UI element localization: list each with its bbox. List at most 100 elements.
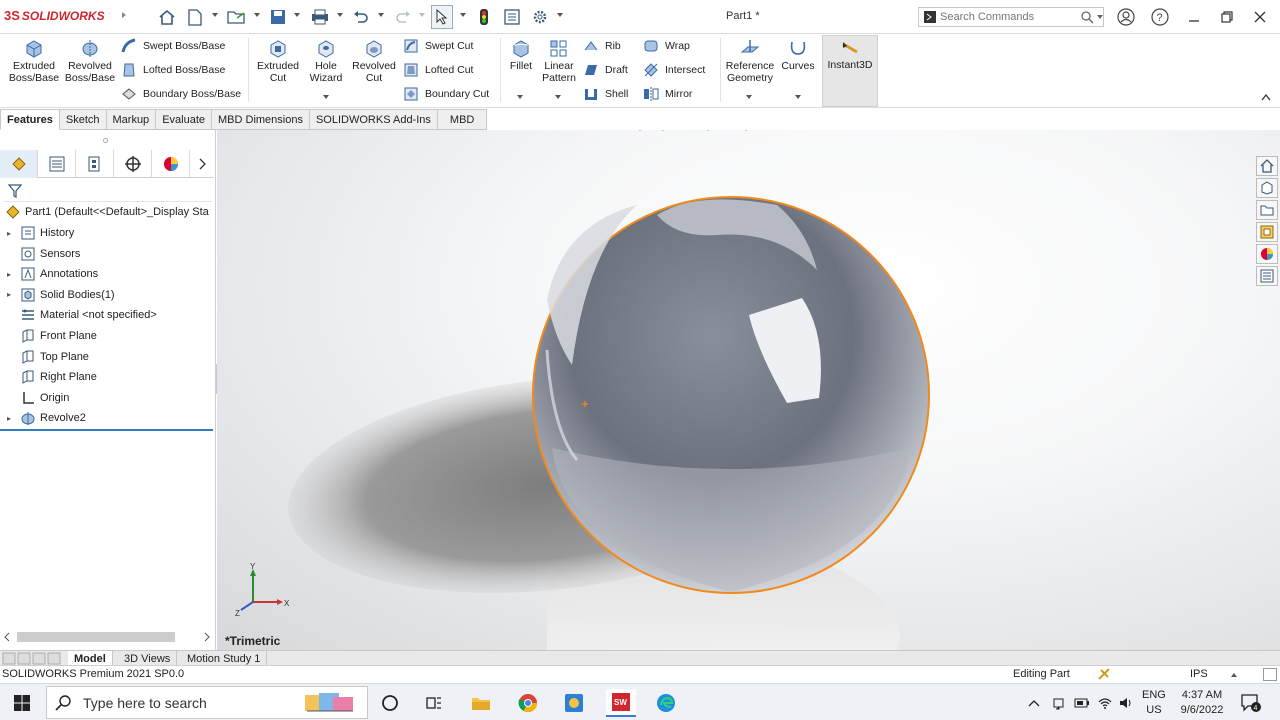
tab-markup[interactable]: Markup — [106, 109, 157, 130]
volume-icon[interactable] — [1118, 684, 1134, 720]
redo-icon[interactable] — [392, 6, 414, 28]
panel-grip-icon[interactable] — [103, 138, 108, 143]
wifi-icon[interactable] — [1097, 684, 1113, 720]
cortana-icon[interactable] — [376, 689, 404, 717]
swept-cut-button[interactable]: Swept Cut — [402, 36, 473, 56]
curves-dropdown-icon[interactable] — [795, 95, 801, 99]
tab-3d-views[interactable]: 3D Views — [118, 651, 178, 666]
instant3d-button[interactable]: Instant3D — [822, 35, 878, 107]
horizontal-scrollbar[interactable] — [0, 630, 214, 644]
new-document-icon[interactable] — [186, 6, 204, 28]
edge-taskbar-icon[interactable] — [652, 689, 680, 717]
tree-item[interactable]: ▸ History — [0, 223, 74, 243]
solidworks-resources-icon[interactable] — [1256, 156, 1278, 176]
new-dropdown-icon[interactable] — [212, 13, 218, 17]
tab-mbd[interactable]: MBD — [437, 109, 488, 130]
appearances-scenes-icon[interactable] — [1256, 244, 1278, 264]
tree-item[interactable]: Front Plane — [0, 326, 97, 346]
battery-icon[interactable] — [1074, 684, 1090, 720]
rebuild-traffic-light-icon[interactable] — [476, 6, 492, 28]
mirror-button[interactable]: Mirror — [642, 84, 692, 104]
select-pointer-icon[interactable] — [431, 5, 453, 29]
tab-motion-study-1[interactable]: Motion Study 1 — [181, 651, 268, 666]
tree-item[interactable]: ▸ Annotations — [0, 264, 98, 284]
redo-dropdown-icon[interactable] — [419, 13, 425, 17]
options-gear-icon[interactable] — [530, 6, 550, 28]
windows-start-icon[interactable] — [8, 689, 36, 717]
tree-item[interactable]: Top Plane — [0, 347, 89, 367]
tab-features[interactable]: Features — [0, 109, 60, 130]
configuration-manager-tab-icon[interactable] — [76, 150, 114, 178]
solidworks-taskbar-icon[interactable]: SW — [606, 689, 636, 717]
save-dropdown-icon[interactable] — [294, 13, 300, 17]
meet-now-icon[interactable] — [1052, 684, 1066, 720]
undo-dropdown-icon[interactable] — [378, 13, 384, 17]
boundary-boss-button[interactable]: Boundary Boss/Base — [120, 84, 241, 104]
fillet-button[interactable]: Fillet — [504, 38, 538, 72]
menu-expand-icon[interactable] — [122, 12, 126, 18]
save-icon[interactable] — [268, 6, 288, 28]
units-system-text[interactable]: IPS — [1190, 668, 1208, 680]
notification-center-icon[interactable]: 4 — [1240, 684, 1262, 720]
minimize-window-icon[interactable] — [1184, 8, 1204, 26]
expand-arrow-icon[interactable]: ▸ — [7, 229, 16, 238]
expand-arrow-icon[interactable]: ▸ — [7, 270, 16, 279]
fillet-dropdown-icon[interactable] — [517, 95, 523, 99]
curves-button[interactable]: Curves — [780, 38, 816, 72]
search-input[interactable] — [940, 11, 1070, 23]
file-properties-icon[interactable] — [502, 6, 522, 28]
help-icon[interactable]: ? — [1150, 8, 1170, 26]
reference-geometry-button[interactable]: Reference Geometry — [722, 38, 778, 84]
filter-icon[interactable] — [7, 184, 23, 201]
select-dropdown-icon[interactable] — [460, 13, 466, 17]
property-manager-tab-icon[interactable] — [38, 150, 76, 178]
expand-arrow-icon[interactable]: ▸ — [7, 414, 16, 423]
undo-icon[interactable] — [350, 6, 372, 28]
taskbar-search-box[interactable]: Type here to search — [46, 686, 368, 719]
rebuild-status-icon[interactable] — [1097, 667, 1111, 684]
view-palette-icon[interactable] — [1256, 222, 1278, 242]
options-dropdown-icon[interactable] — [557, 13, 563, 17]
design-library-icon[interactable] — [1256, 178, 1278, 198]
custom-properties-icon[interactable] — [1256, 266, 1278, 286]
dimxpert-manager-tab-icon[interactable] — [114, 150, 152, 178]
home-icon[interactable] — [157, 6, 177, 28]
chrome-taskbar-icon[interactable] — [514, 689, 542, 717]
search-commands-box[interactable] — [918, 7, 1104, 27]
open-dropdown-icon[interactable] — [254, 13, 260, 17]
tab-sketch[interactable]: Sketch — [59, 109, 107, 130]
app-taskbar-icon[interactable] — [560, 689, 588, 717]
boundary-cut-button[interactable]: Boundary Cut — [402, 84, 489, 104]
search-dropdown-icon[interactable] — [1097, 15, 1103, 19]
reference-geometry-dropdown-icon[interactable] — [746, 95, 752, 99]
task-view-icon[interactable] — [420, 689, 448, 717]
tree-item[interactable]: Sensors — [0, 244, 80, 264]
collapse-ribbon-icon[interactable] — [1261, 92, 1271, 101]
file-explorer-taskbar-icon[interactable] — [467, 689, 495, 717]
input-language-indicator[interactable]: ENG US — [1142, 684, 1166, 720]
user-account-icon[interactable] — [1116, 8, 1136, 26]
panel-tabs-more-icon[interactable] — [190, 150, 214, 178]
display-manager-tab-icon[interactable] — [152, 150, 190, 178]
tab-solidworks-add-ins[interactable]: SOLIDWORKS Add-Ins — [309, 109, 438, 130]
draft-button[interactable]: Draft — [582, 60, 628, 80]
tree-item[interactable]: Right Plane — [0, 367, 97, 387]
solidworks-logo[interactable]: 3S SOLIDWORKS — [4, 8, 105, 23]
intersect-button[interactable]: Intersect — [642, 60, 705, 80]
search-icon[interactable] — [1080, 10, 1093, 24]
tree-item[interactable]: Material <not specified> — [0, 305, 157, 325]
revolved-boss-button[interactable]: Revolved Boss/Base — [62, 38, 118, 84]
expand-arrow-icon[interactable]: ▸ — [7, 290, 16, 299]
tree-item[interactable]: ▸ Revolve2 — [0, 408, 86, 428]
open-folder-icon[interactable] — [226, 6, 248, 28]
close-window-icon[interactable] — [1250, 8, 1270, 26]
tab-model[interactable]: Model — [68, 651, 113, 666]
tree-item[interactable]: Origin — [0, 388, 69, 408]
revolved-cut-button[interactable]: Revolved Cut — [348, 38, 400, 84]
graphics-area[interactable]: Y X Z *Trimetric — [217, 130, 1280, 650]
print-dropdown-icon[interactable] — [337, 13, 343, 17]
tree-root-part[interactable]: Part1 (Default<<Default>_Display Sta — [0, 202, 209, 222]
print-icon[interactable] — [309, 6, 331, 28]
swept-boss-button[interactable]: Swept Boss/Base — [120, 36, 225, 56]
extruded-cut-button[interactable]: Extruded Cut — [252, 38, 304, 84]
